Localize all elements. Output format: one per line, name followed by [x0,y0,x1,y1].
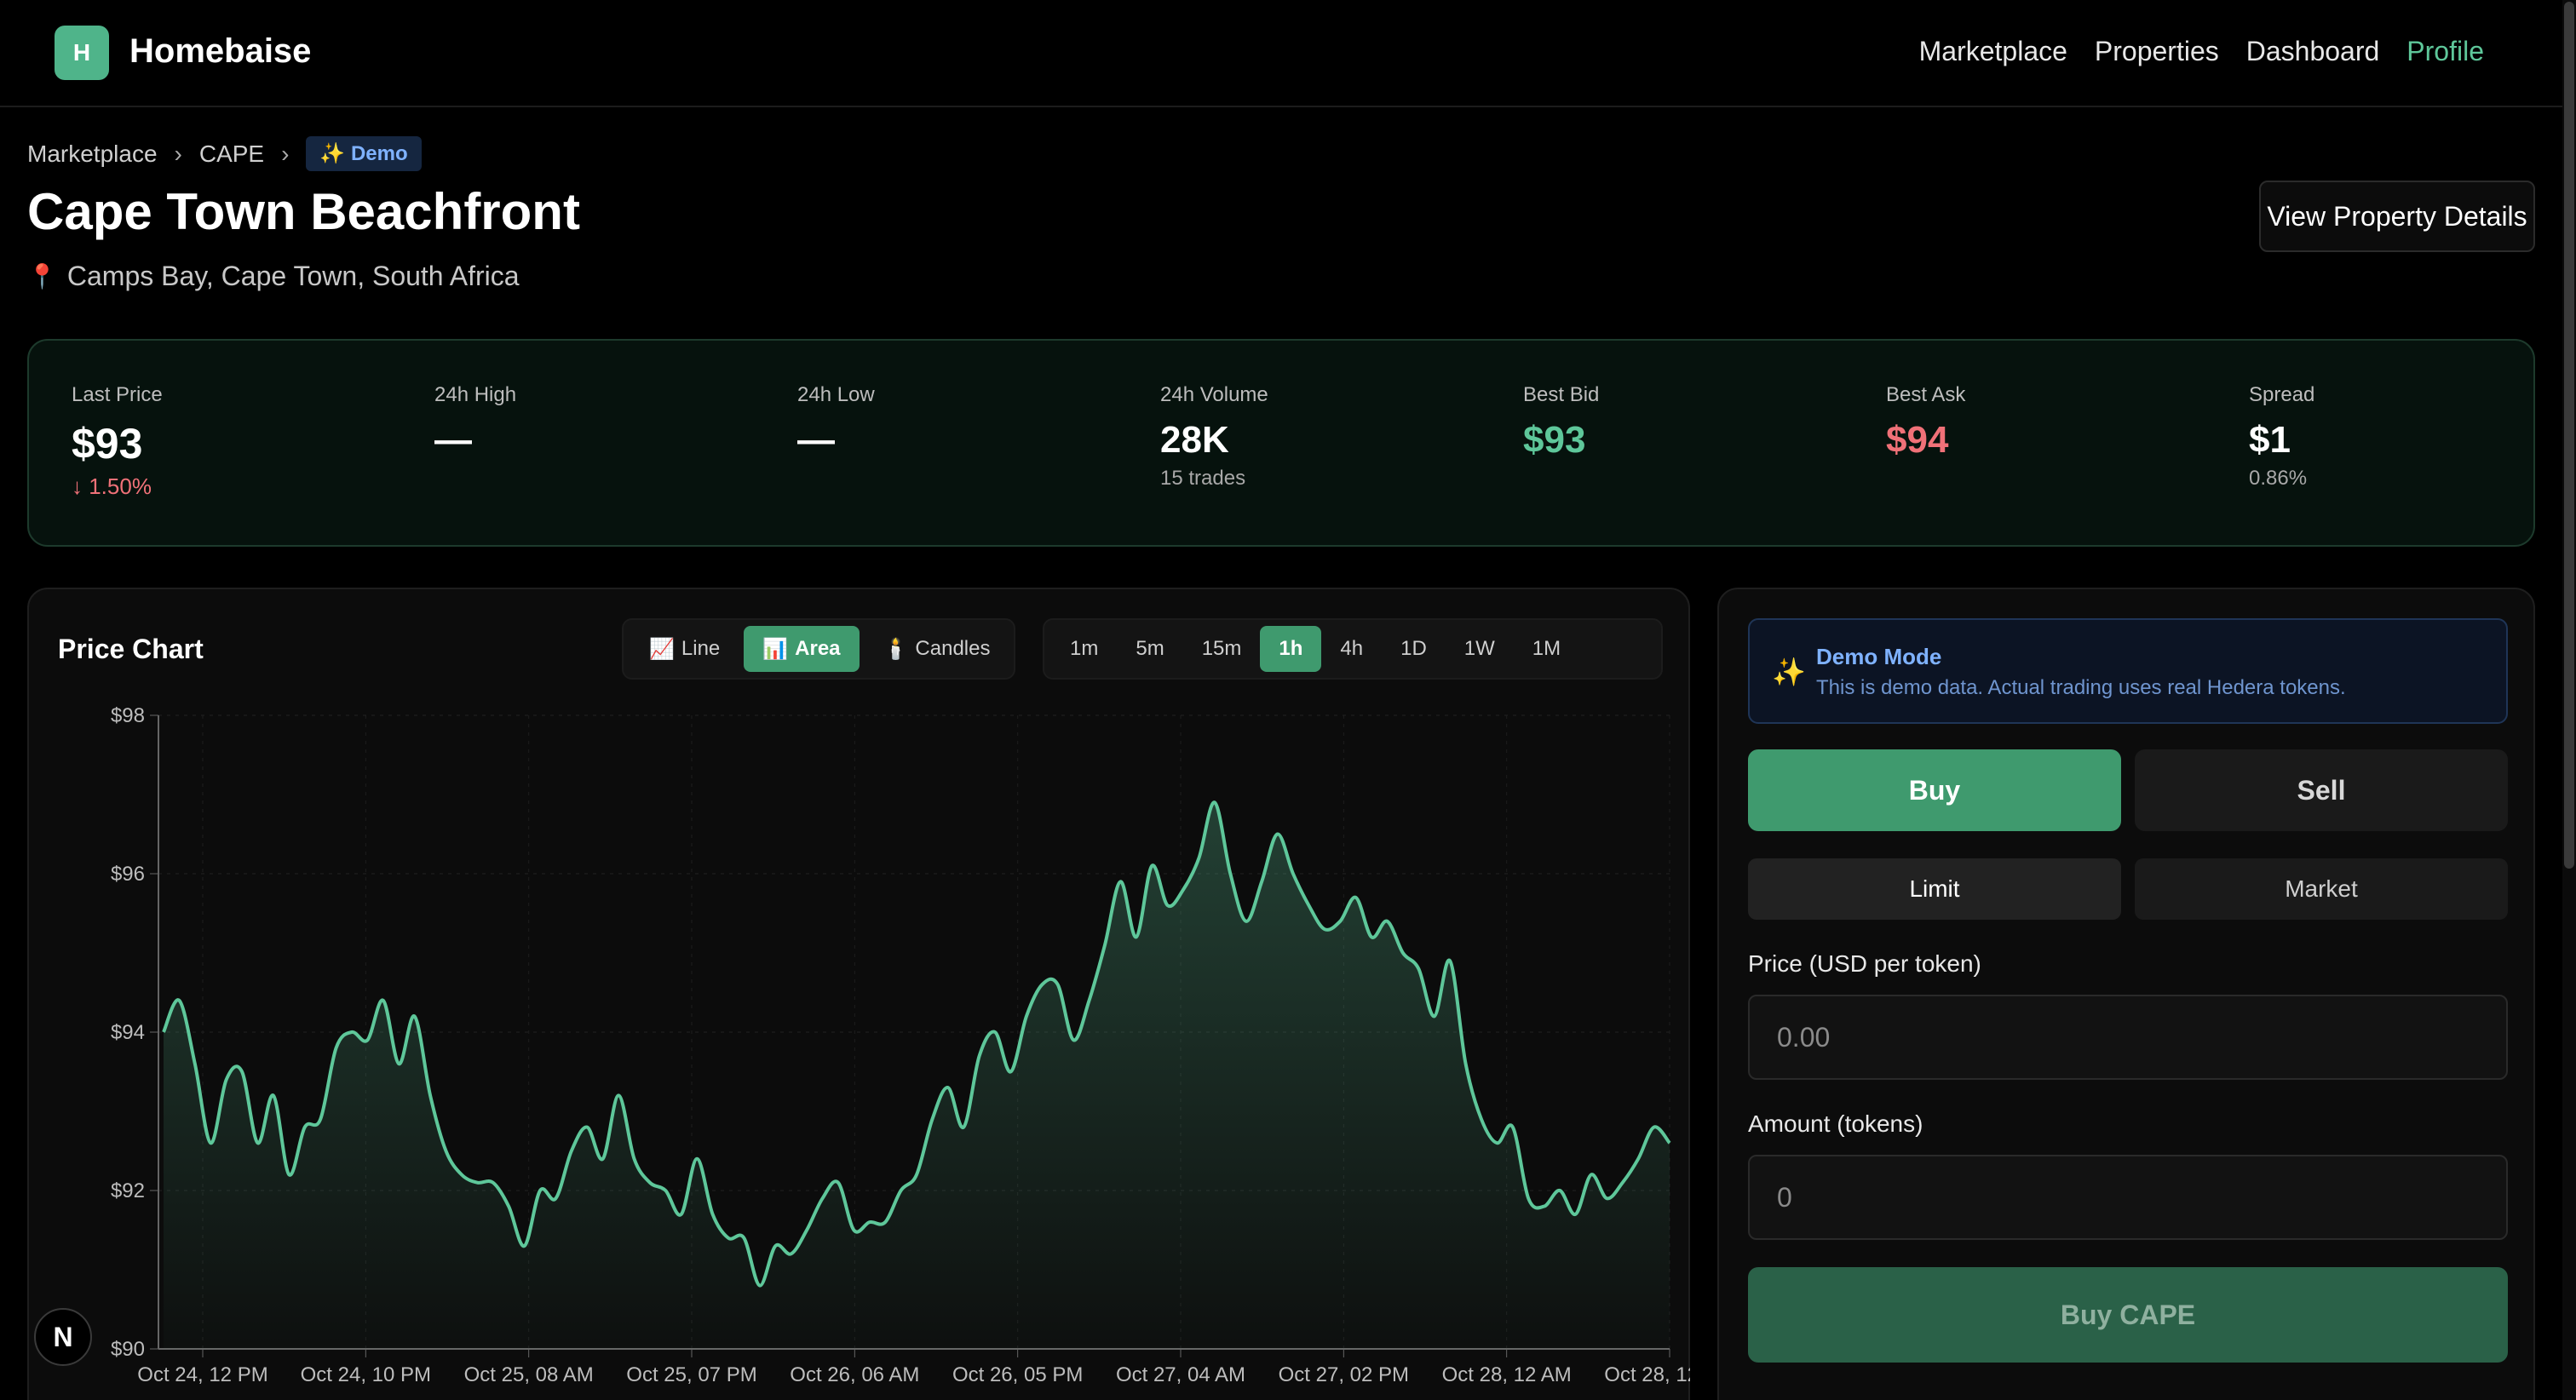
market-stats-panel: Last Price $93 ↓ 1.50% 24h High — 24h Lo… [27,339,2535,547]
breadcrumb-cape[interactable]: CAPE [199,141,264,168]
sparkles-icon: ✨ [1772,657,1806,687]
nav-dashboard[interactable]: Dashboard [2246,36,2380,67]
chart-title: Price Chart [58,634,204,664]
stat-sub: 15 trades [1160,467,1246,490]
stat-value: $94 [1886,419,1949,461]
price-chart[interactable]: $98 $96 $94 $92 $90Oct 24, 12 PM Oct 24, 10 P… [29,700,1690,1400]
x-tick-label: Oct 27, 02 PM [1279,1363,1409,1386]
nav-properties[interactable]: Properties [2095,36,2219,67]
chart-type-label: Line [681,637,721,660]
limit-order-tab[interactable]: Limit [1748,858,2121,920]
x-tick-label: Oct 28, 12 AM [1442,1363,1572,1386]
location-text: Camps Bay, Cape Town, South Africa [66,261,520,291]
sell-tab[interactable]: Sell [2135,749,2508,831]
map-pin-icon: 📍 [27,263,57,290]
breadcrumb-separator: › [174,140,182,167]
stat-label: Best Bid [1523,383,1600,406]
stat-label: 24h Low [797,383,875,406]
page-scrollbar[interactable] [2562,0,2576,1400]
main-nav: Marketplace Properties Dashboard Profile [1919,36,2484,67]
amount-input[interactable] [1748,1155,2508,1240]
y-tick-label: $92 [111,1179,145,1202]
interval-1w-button[interactable]: 1W [1446,626,1514,672]
logo-icon[interactable]: H [55,26,109,80]
x-tick-label: Oct 25, 07 PM [626,1363,756,1386]
price-change: ↓ 1.50% [72,473,152,499]
stat-last-price: Last Price $93 ↓ 1.50% [72,383,163,500]
demo-badge: ✨ Demo [306,136,422,171]
interval-1mo-button[interactable]: 1M [1514,626,1579,672]
line-chart-icon: 📈 [649,637,675,661]
nav-marketplace[interactable]: Marketplace [1919,36,2067,67]
buy-cape-button[interactable]: Buy CAPE [1748,1267,2508,1363]
chart-type-candles-button[interactable]: 🕯️ Candles [865,626,1009,672]
interval-1d-button[interactable]: 1D [1382,626,1446,672]
nav-profile[interactable]: Profile [2406,36,2484,67]
stat-24h-low: 24h Low — [797,383,875,462]
breadcrumb-separator: › [281,140,290,167]
stat-value: $1 [2249,419,2291,461]
demo-mode-title: Demo Mode [1816,644,1942,669]
stat-value: $93 [72,420,143,468]
stat-label: 24h High [434,383,517,406]
x-tick-label: Oct 26, 06 AM [790,1363,919,1386]
x-tick-label: Oct 24, 10 PM [301,1363,431,1386]
price-input[interactable] [1748,995,2508,1080]
interval-15m-button[interactable]: 15m [1183,626,1261,672]
candle-icon: 🕯️ [883,637,909,661]
breadcrumb-marketplace[interactable]: Marketplace [27,141,158,168]
chart-type-label: Area [795,637,841,660]
demo-mode-text: This is demo data. Actual trading uses r… [1816,676,2346,699]
stat-24h-high: 24h High — [434,383,516,462]
buy-tab[interactable]: Buy [1748,749,2121,831]
x-tick-label: Oct 25, 08 AM [464,1363,594,1386]
chart-type-selector: 📈 Line 📊 Area 🕯️ Candles [622,618,1015,680]
interval-selector: 1m 5m 15m 1h 4h 1D 1W 1M [1043,618,1663,680]
brand-name[interactable]: Homebaise [129,32,311,71]
interval-1m-button[interactable]: 1m [1051,626,1117,672]
x-tick-label: Oct 28, 12 PM [1604,1363,1690,1386]
stat-value: 28K [1160,419,1229,461]
stat-value: — [797,419,835,461]
stat-label: Best Ask [1886,383,1966,406]
stat-value: $93 [1523,419,1586,461]
page-title: Cape Town Beachfront [27,183,580,240]
price-chart-card: Price Chart 📈 Line 📊 Area 🕯️ Candles 1m … [27,588,1690,1400]
stat-label: Spread [2249,383,2315,406]
y-tick-label: $98 [111,704,145,727]
bar-chart-icon: 📊 [762,637,789,661]
stat-best-bid: Best Bid $93 [1523,383,1599,462]
stat-sub: 0.86% [2249,467,2308,490]
stat-spread: Spread $1 0.86% [2249,383,2314,491]
top-navbar: H Homebaise Marketplace Properties Dashb… [0,0,2562,107]
interval-5m-button[interactable]: 5m [1117,626,1182,672]
property-location: 📍 Camps Bay, Cape Town, South Africa [27,261,520,292]
y-tick-label: $94 [111,1021,145,1044]
price-label: Price (USD per token) [1748,950,1981,977]
market-order-tab[interactable]: Market [2135,858,2508,920]
trade-panel: ✨ Demo Mode This is demo data. Actual tr… [1717,588,2535,1400]
y-tick-label: $96 [111,863,145,886]
x-tick-label: Oct 26, 05 PM [952,1363,1083,1386]
demo-mode-notice: ✨ Demo Mode This is demo data. Actual tr… [1748,618,2508,724]
view-property-details-button[interactable]: View Property Details [2259,181,2535,252]
stat-label: 24h Volume [1160,383,1268,406]
interval-1h-button[interactable]: 1h [1260,626,1322,672]
breadcrumb: Marketplace › CAPE › ✨ Demo [27,136,422,171]
x-tick-label: Oct 24, 12 PM [137,1363,267,1386]
stat-label: Last Price [72,383,163,406]
stat-value: — [434,419,472,461]
stat-best-ask: Best Ask $94 [1886,383,1965,462]
chart-type-area-button[interactable]: 📊 Area [744,626,860,672]
price-area-fill [164,802,1670,1349]
x-tick-label: Oct 27, 04 AM [1116,1363,1245,1386]
chart-type-line-button[interactable]: 📈 Line [630,626,739,672]
chart-type-label: Candles [915,637,991,660]
stat-24h-volume: 24h Volume 28K 15 trades [1160,383,1268,491]
amount-label: Amount (tokens) [1748,1110,1923,1137]
n-logo-icon[interactable]: N [34,1308,92,1366]
scrollbar-thumb[interactable] [2564,2,2574,869]
interval-4h-button[interactable]: 4h [1321,626,1382,672]
y-tick-label: $90 [111,1338,145,1361]
